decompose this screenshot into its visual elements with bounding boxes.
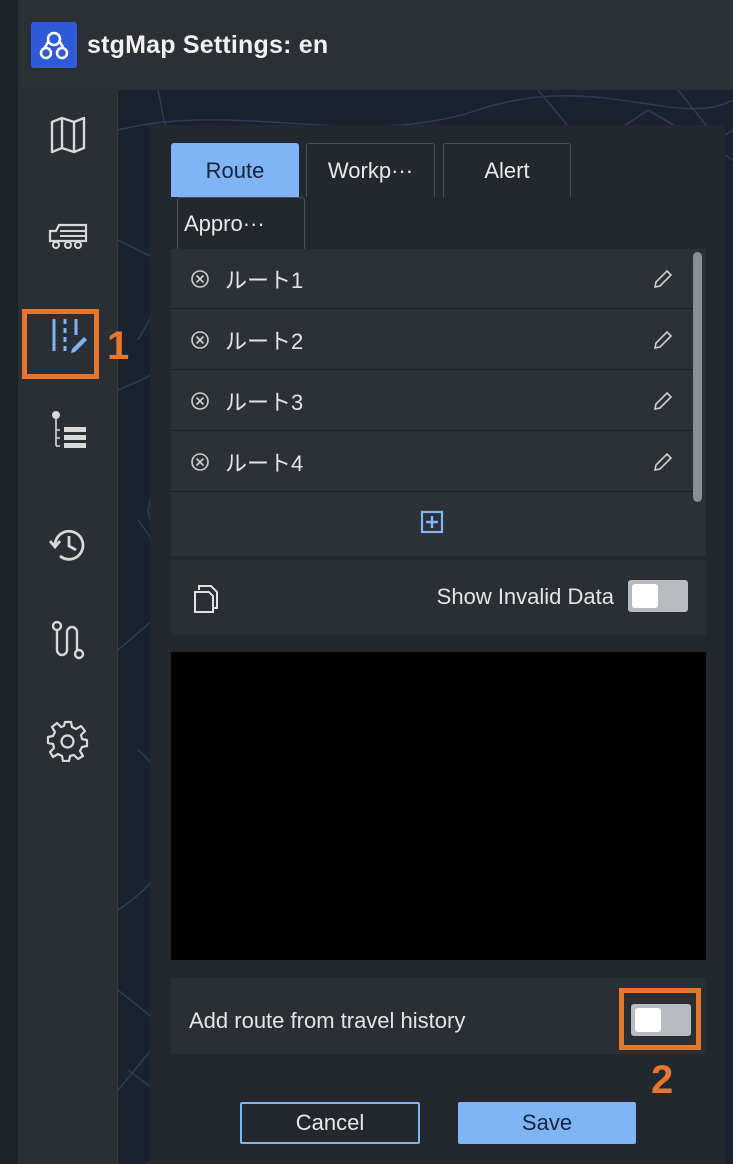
- route-list: ルート1 ルート2 ルート3 ルート4: [171, 249, 706, 556]
- add-route-row: [171, 494, 693, 554]
- plus-square-icon: [420, 510, 444, 533]
- callout-1: 1: [107, 324, 130, 368]
- route-label: ルート2: [225, 328, 304, 354]
- preview-area: [171, 652, 706, 960]
- tab-route[interactable]: Route: [171, 143, 299, 197]
- route-label: ルート4: [225, 450, 304, 476]
- show-invalid-data-toggle[interactable]: [628, 580, 688, 612]
- remove-circle-icon[interactable]: [189, 329, 211, 351]
- tab-workplace[interactable]: Workp···: [306, 143, 435, 197]
- sidebar-item-paths[interactable]: [18, 605, 118, 675]
- sidebar-item-history[interactable]: [18, 510, 118, 580]
- sidebar-item-settings[interactable]: [18, 705, 118, 775]
- path-icon: [51, 620, 85, 660]
- tab-alert[interactable]: Alert: [443, 143, 571, 197]
- route-row[interactable]: ルート2: [171, 310, 693, 370]
- add-route-button[interactable]: [420, 510, 444, 539]
- route-row[interactable]: ルート1: [171, 249, 693, 309]
- route-label: ルート3: [225, 389, 304, 415]
- highlight-box-2: [619, 988, 701, 1050]
- sidebar: [18, 90, 118, 1164]
- copy-document-icon[interactable]: [193, 584, 219, 614]
- route-list-scrollbar[interactable]: [693, 252, 702, 502]
- history-icon: [48, 529, 85, 561]
- sidebar-item-timeline[interactable]: [18, 395, 118, 465]
- tab-label: Route: [205, 157, 265, 183]
- toggle-knob: [632, 584, 658, 608]
- pencil-icon[interactable]: [651, 389, 675, 413]
- sidebar-item-vehicles[interactable]: [18, 200, 118, 270]
- tab-label: Alert: [484, 157, 530, 183]
- tab-approach[interactable]: Appro···: [177, 197, 305, 249]
- callout-2: 2: [651, 1058, 674, 1102]
- truck-icon: [48, 223, 88, 249]
- cancel-button[interactable]: Cancel: [240, 1102, 420, 1144]
- gear-icon: [46, 720, 89, 762]
- pencil-icon[interactable]: [651, 267, 675, 291]
- route-label: ルート1: [225, 267, 304, 293]
- highlight-box-1: [22, 309, 99, 379]
- remove-circle-icon[interactable]: [189, 390, 211, 412]
- route-row[interactable]: ルート4: [171, 432, 693, 492]
- tab-label: Workp···: [327, 157, 414, 183]
- pencil-icon[interactable]: [651, 328, 675, 352]
- invalid-data-bar: Show Invalid Data: [171, 560, 706, 635]
- timeline-list-icon: [52, 411, 86, 448]
- sidebar-item-map[interactable]: [18, 100, 118, 170]
- window-title: stgMap Settings: en: [87, 30, 329, 59]
- show-invalid-data-label: Show Invalid Data: [436, 584, 614, 609]
- pencil-icon[interactable]: [651, 450, 675, 474]
- window-titlebar: stgMap Settings: en: [18, 0, 733, 90]
- remove-circle-icon[interactable]: [189, 268, 211, 290]
- tab-label: Appro···: [184, 210, 265, 236]
- map-icon: [50, 116, 86, 154]
- remove-circle-icon[interactable]: [189, 451, 211, 473]
- travel-history-label: Add route from travel history: [189, 1008, 466, 1033]
- route-row[interactable]: ルート3: [171, 371, 693, 431]
- save-button[interactable]: Save: [458, 1102, 636, 1144]
- route-pin-logo-icon: [31, 22, 77, 68]
